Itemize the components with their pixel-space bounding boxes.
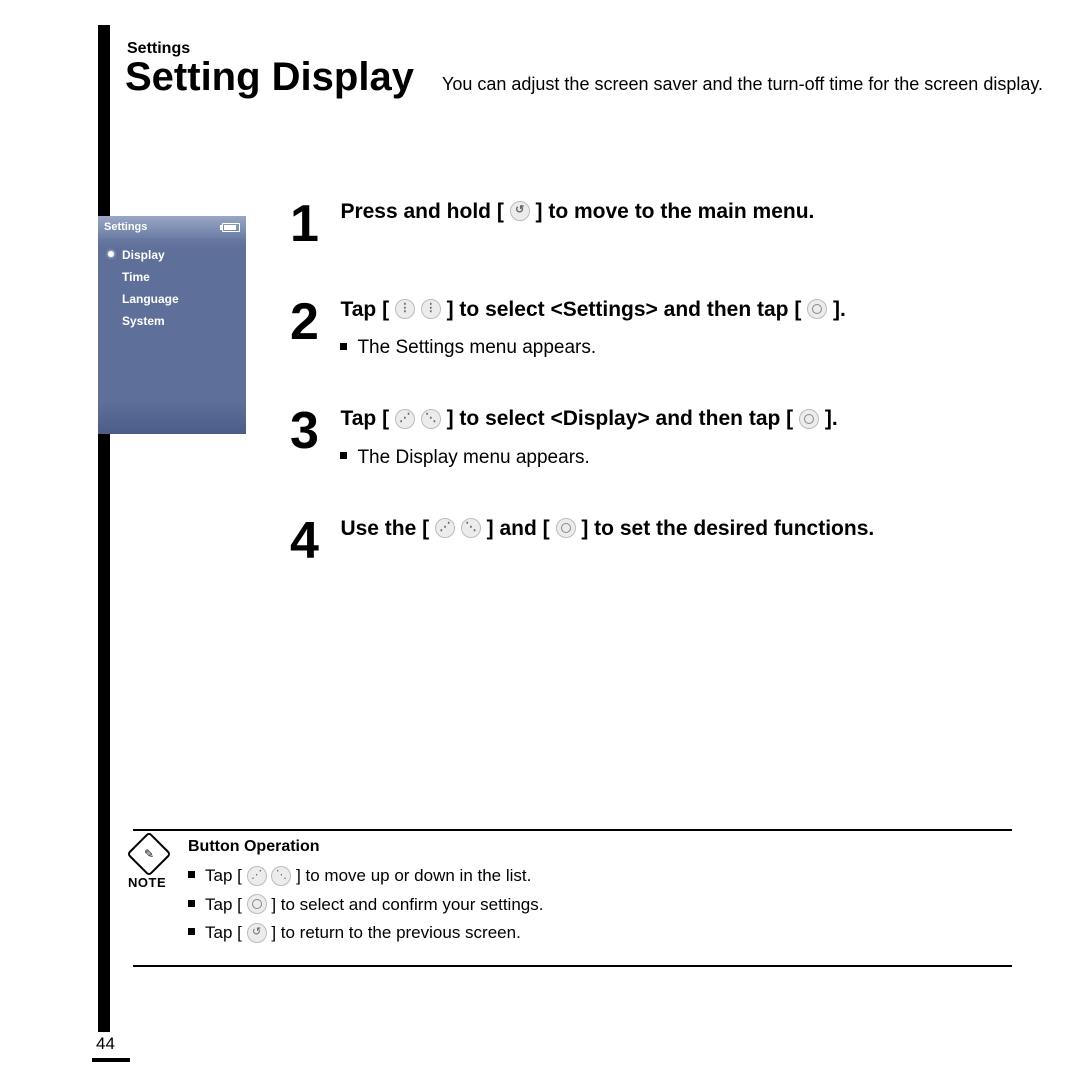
select-icon bbox=[807, 299, 827, 319]
bullet-icon bbox=[188, 871, 195, 878]
up-icon: ⋰ bbox=[395, 409, 415, 429]
page-description: You can adjust the screen saver and the … bbox=[442, 74, 1043, 95]
page-title: Setting Display bbox=[125, 55, 414, 100]
down-icon: ⋱ bbox=[271, 866, 291, 886]
step-number: 4 bbox=[290, 515, 330, 567]
note-item: Tap [ ⋰ ⋱ ] to move up or down in the li… bbox=[188, 862, 1000, 891]
step: 3 Tap [ ⋰ ⋱ ] to select <Display> and th… bbox=[290, 405, 1000, 468]
bullet-icon bbox=[188, 900, 195, 907]
bullet-icon bbox=[340, 343, 347, 350]
device-screenshot: Settings Display Time Language System bbox=[98, 216, 246, 434]
device-menu-item: System bbox=[108, 310, 236, 332]
bullet-icon bbox=[340, 452, 347, 459]
note-item: Tap [ ] to select and confirm your setti… bbox=[188, 891, 1000, 920]
page-number-bar bbox=[92, 1058, 130, 1062]
step-sub: The Display menu appears. bbox=[340, 447, 837, 469]
down-icon: ⋱ bbox=[421, 409, 441, 429]
back-icon: ↺ bbox=[510, 201, 530, 221]
divider bbox=[133, 829, 1012, 831]
left-icon: ⋮ bbox=[395, 299, 415, 319]
step: 2 Tap [ ⋮ ⋮ ] to select <Settings> and t… bbox=[290, 296, 1000, 359]
select-icon bbox=[556, 518, 576, 538]
device-menu-item: Language bbox=[108, 288, 236, 310]
divider bbox=[133, 965, 1012, 967]
up-icon: ⋰ bbox=[435, 518, 455, 538]
note-item: Tap [ ↺ ] to return to the previous scre… bbox=[188, 919, 1000, 948]
step-number: 3 bbox=[290, 405, 330, 457]
device-header: Settings bbox=[98, 216, 246, 238]
battery-icon bbox=[222, 223, 240, 232]
side-accent-bar bbox=[98, 25, 110, 1032]
step-number: 1 bbox=[290, 198, 330, 250]
select-icon bbox=[799, 409, 819, 429]
down-icon: ⋱ bbox=[461, 518, 481, 538]
back-icon: ↺ bbox=[247, 923, 267, 943]
step-number: 2 bbox=[290, 296, 330, 348]
note-body: Button Operation Tap [ ⋰ ⋱ ] to move up … bbox=[188, 838, 1000, 948]
note-title: Button Operation bbox=[188, 838, 1000, 856]
bullet-icon bbox=[188, 928, 195, 935]
device-menu: Display Time Language System bbox=[98, 238, 246, 338]
note-icon: ✎ bbox=[126, 831, 171, 876]
step-heading: Tap [ ⋮ ⋮ ] to select <Settings> and the… bbox=[340, 298, 845, 321]
right-icon: ⋮ bbox=[421, 299, 441, 319]
step-heading: Press and hold [ ↺ ] to move to the main… bbox=[340, 200, 814, 223]
device-header-title: Settings bbox=[104, 221, 147, 233]
device-menu-item: Display bbox=[108, 244, 236, 266]
select-icon bbox=[247, 894, 267, 914]
device-menu-item: Time bbox=[108, 266, 236, 288]
steps-list: 1 Press and hold [ ↺ ] to move to the ma… bbox=[290, 198, 1000, 613]
step: 1 Press and hold [ ↺ ] to move to the ma… bbox=[290, 198, 1000, 250]
note-label: NOTE bbox=[128, 875, 166, 890]
step-sub: The Settings menu appears. bbox=[340, 337, 845, 359]
up-icon: ⋰ bbox=[247, 866, 267, 886]
page-number: 44 bbox=[96, 1034, 115, 1054]
step-heading: Use the [ ⋰ ⋱ ] and [ ] to set the desir… bbox=[340, 517, 874, 540]
step: 4 Use the [ ⋰ ⋱ ] and [ ] to set the des… bbox=[290, 515, 1000, 567]
step-heading: Tap [ ⋰ ⋱ ] to select <Display> and then… bbox=[340, 407, 837, 430]
